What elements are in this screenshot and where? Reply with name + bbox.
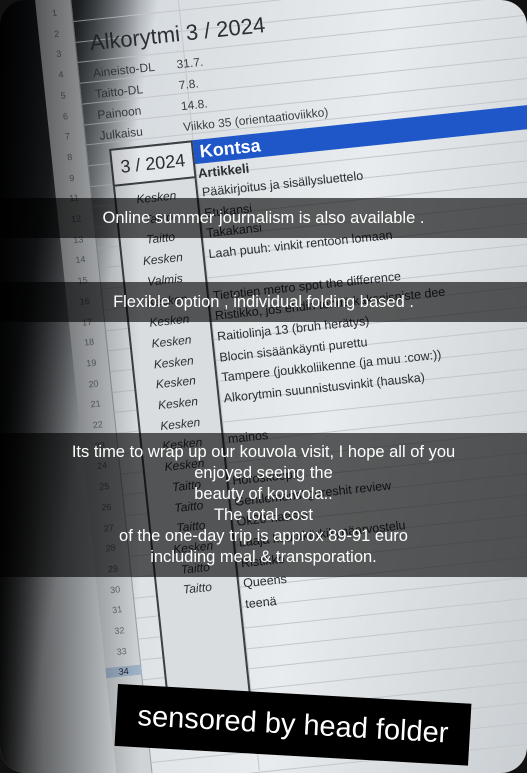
meta-value: 31.7.	[175, 54, 204, 72]
caption-line: The total cost	[213, 506, 314, 524]
caption-kouvola-visit: Its time to wrap up our kouvola visit, I…	[0, 433, 527, 577]
caption-flexible-option: Flexible option , individual folding bas…	[0, 282, 527, 322]
caption-line: enjoyed seeing the	[194, 464, 333, 482]
grid-line	[82, 49, 527, 105]
photo: 1234567891112131415161718192021222324252…	[0, 0, 527, 773]
article-cell: teenä	[244, 594, 278, 612]
caption-line: including meal & transporation.	[150, 548, 377, 566]
caption-online-journalism: Online summer journalism is also availab…	[0, 198, 527, 238]
meta-value: 14.8.	[180, 96, 209, 114]
caption-line: of the one-day trip is approx 89-91 euro	[119, 527, 408, 545]
caption-line: beauty of kouvola..	[194, 485, 333, 503]
monitor-edge-shadow	[0, 0, 140, 773]
meta-value: 7.8.	[178, 76, 200, 93]
article-column-header: Artikkeli	[197, 160, 250, 181]
caption-line: Its time to wrap up our kouvola visit, I…	[71, 443, 456, 461]
